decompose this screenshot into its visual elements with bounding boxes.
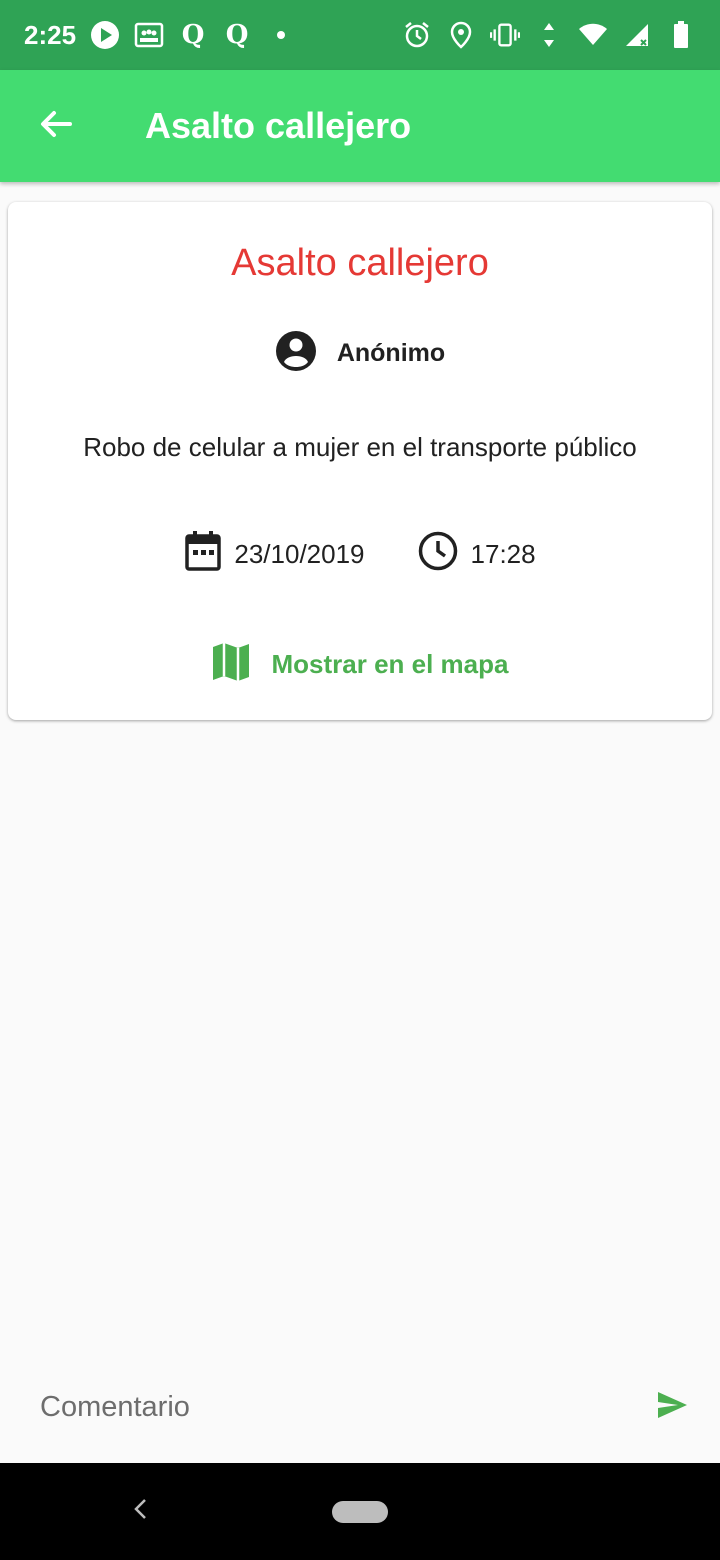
system-nav-bar xyxy=(0,1463,720,1560)
status-left: 2:25 Q Q xyxy=(24,20,402,51)
report-title: Asalto callejero xyxy=(231,242,489,284)
author-row: Anónimo xyxy=(8,330,712,377)
status-time: 2:25 xyxy=(24,19,77,50)
comment-input[interactable] xyxy=(40,1391,650,1424)
send-icon xyxy=(656,1391,688,1424)
clock-icon xyxy=(417,530,459,579)
report-description: Robo de celular a mujer en el transporte… xyxy=(83,432,637,462)
arrow-back-icon xyxy=(38,106,74,147)
status-bar: 2:25 Q Q xyxy=(0,0,720,70)
map-icon xyxy=(212,642,250,687)
account-circle-icon xyxy=(275,330,317,377)
show-on-map-button[interactable]: Mostrar en el mapa xyxy=(8,642,712,687)
time-item: 17:28 xyxy=(417,530,536,579)
report-date: 23/10/2019 xyxy=(234,539,365,569)
comment-bar xyxy=(0,1355,720,1460)
author-name: Anónimo xyxy=(336,339,446,367)
data-arrows-icon xyxy=(534,20,564,50)
wifi-icon xyxy=(578,20,608,50)
nav-home-pill[interactable] xyxy=(332,1500,388,1523)
q-icon: Q xyxy=(225,20,249,50)
location-icon xyxy=(446,20,476,50)
show-on-map-label: Mostrar en el mapa xyxy=(271,649,509,679)
status-right xyxy=(402,20,696,50)
nav-back-button[interactable] xyxy=(126,1497,154,1525)
battery-icon xyxy=(666,20,696,50)
calendar-icon xyxy=(184,530,222,579)
vibrate-icon xyxy=(490,20,520,50)
app-bar: Asalto callejero xyxy=(0,70,720,182)
page-title: Asalto callejero xyxy=(145,105,412,146)
report-card: Asalto callejero Anónimo Robo de celular… xyxy=(8,202,712,720)
signal-icon xyxy=(622,20,652,50)
media-icon xyxy=(134,20,164,50)
send-button[interactable] xyxy=(650,1386,694,1430)
datetime-row: 23/10/2019 17:28 xyxy=(8,530,712,579)
play-icon xyxy=(90,20,120,50)
dot-icon xyxy=(266,20,296,50)
chevron-left-icon xyxy=(130,1497,150,1526)
date-item: 23/10/2019 xyxy=(184,530,365,579)
report-time: 17:28 xyxy=(470,539,536,569)
alarm-icon xyxy=(402,20,432,50)
back-button[interactable] xyxy=(0,70,112,182)
q-icon: Q xyxy=(181,20,205,50)
